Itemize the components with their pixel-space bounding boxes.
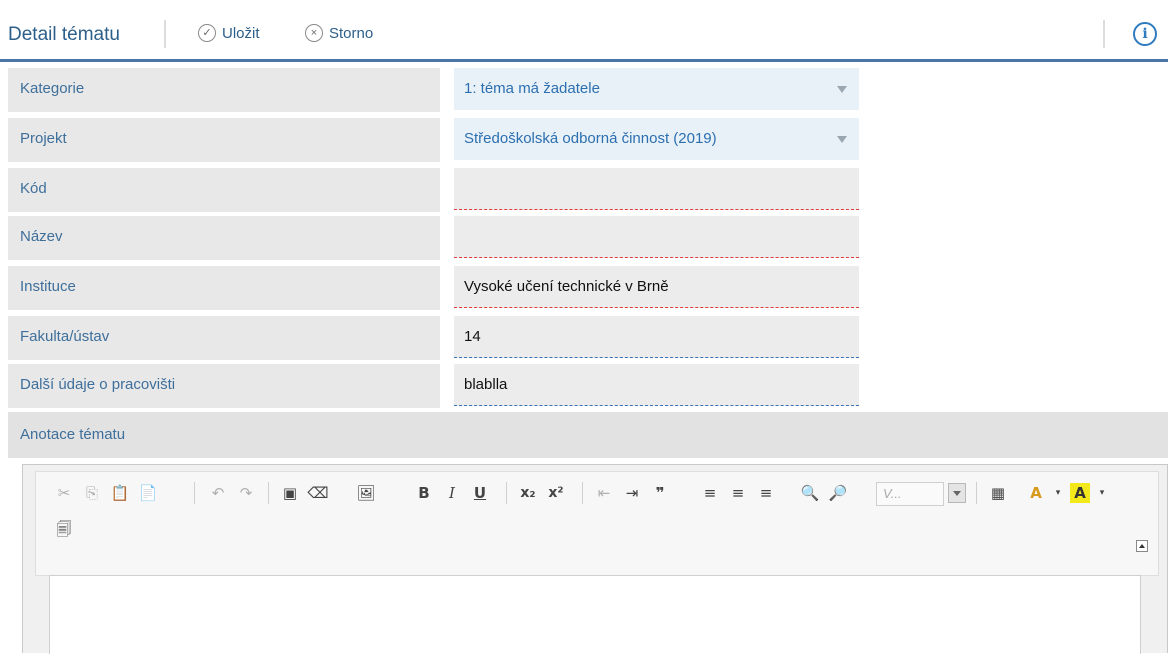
find-icon[interactable]: 🔍	[800, 483, 820, 503]
styles-dropdown-arrow[interactable]	[948, 483, 966, 503]
align-group: ≡ ≡ ≡	[700, 482, 776, 504]
category-label: Kategorie	[8, 68, 440, 112]
script-group: x₂ x²	[518, 482, 566, 504]
name-label: Název	[8, 216, 440, 260]
institution-input[interactable]: Vysoké učení technické v Brně	[454, 266, 859, 308]
insert-group: 🖼	[356, 482, 376, 504]
category-select[interactable]: 1: téma má žadatele	[454, 68, 859, 110]
redo-icon[interactable]: ↷	[236, 483, 256, 503]
indent-group: ⇤ ⇥ ❞	[594, 482, 670, 504]
toolbar-separator	[194, 482, 195, 504]
color-group: A ▾ A ▾	[1026, 482, 1106, 504]
styles-placeholder: V...	[883, 486, 902, 501]
align-left-icon[interactable]: ≡	[700, 483, 720, 503]
close-icon: ×	[305, 24, 323, 42]
faculty-label: Fakulta/ústav	[8, 316, 440, 360]
project-label: Projekt	[8, 118, 440, 162]
styles-dropdown[interactable]: V...	[876, 482, 944, 506]
name-input[interactable]	[454, 216, 859, 258]
background-color-icon[interactable]: A	[1070, 483, 1090, 503]
institution-label: Instituce	[8, 266, 440, 310]
format-group: B I U	[414, 482, 490, 504]
chevron-up-icon	[1139, 544, 1145, 548]
annotation-label: Anotace tématu	[8, 412, 1168, 458]
superscript-icon[interactable]: x²	[546, 483, 566, 503]
image-icon[interactable]: 🖼	[356, 483, 376, 503]
table-icon[interactable]: ▦	[988, 483, 1008, 503]
table-group: ▦	[988, 482, 1008, 504]
project-select[interactable]: Středoškolská odborná činnost (2019)	[454, 118, 859, 160]
form-row-code: Kód	[8, 168, 1168, 212]
align-center-icon[interactable]: ≡	[728, 483, 748, 503]
form-row-institution: Instituce Vysoké učení technické v Brně	[8, 266, 1168, 310]
bold-icon[interactable]: B	[414, 483, 434, 503]
form-row-name: Název	[8, 216, 1168, 260]
header-separator	[1103, 20, 1105, 48]
toolbar-separator	[506, 482, 507, 504]
clipboard-group: ✂ ⎘ 📋 📄	[54, 482, 158, 504]
save-button[interactable]: ✓ Uložit	[198, 24, 260, 42]
cancel-button-label: Storno	[329, 24, 374, 42]
code-input[interactable]	[454, 168, 859, 210]
page-title: Detail tématu	[8, 24, 120, 45]
collapse-toolbar-button[interactable]	[1136, 540, 1148, 552]
check-icon: ✓	[198, 24, 216, 42]
header-separator	[164, 20, 166, 48]
text-color-icon[interactable]: A	[1026, 483, 1046, 503]
project-value: Středoškolská odborná činnost (2019)	[464, 130, 717, 147]
info-icon[interactable]: i	[1133, 22, 1157, 46]
editor-content-area[interactable]	[49, 575, 1141, 654]
undo-group: ↶ ↷	[208, 482, 256, 504]
form-row-workplace-details: Další údaje o pracovišti blablla	[8, 364, 1168, 408]
subscript-icon[interactable]: x₂	[518, 483, 538, 503]
chevron-down-icon	[953, 490, 961, 496]
rich-text-editor: ✂ ⎘ 📋 📄 ↶ ↷ ▣ ⌫ 🖼 B I U x₂ x² ⇤ ⇥ ❞ ≡ ≡ …	[22, 464, 1168, 654]
chevron-down-icon[interactable]: ▾	[1098, 483, 1106, 503]
preview-icon[interactable]: 🗐	[54, 520, 74, 541]
chevron-down-icon[interactable]: ▾	[1054, 483, 1062, 503]
outdent-icon[interactable]: ⇤	[594, 483, 614, 503]
undo-icon[interactable]: ↶	[208, 483, 228, 503]
replace-icon[interactable]: 🔎	[828, 483, 848, 503]
faculty-input[interactable]: 14	[454, 316, 859, 358]
cancel-button[interactable]: × Storno	[305, 24, 373, 42]
form-row-faculty: Fakulta/ústav 14	[8, 316, 1168, 360]
align-right-icon[interactable]: ≡	[756, 483, 776, 503]
blockquote-icon[interactable]: ❞	[650, 483, 670, 503]
copy-icon[interactable]: ⎘	[82, 483, 102, 503]
toolbar-separator	[976, 482, 977, 504]
workplace-details-input[interactable]: blablla	[454, 364, 859, 406]
paste-from-word-icon[interactable]: 📄	[138, 483, 158, 503]
preview-group: 🗐	[54, 520, 74, 542]
toolbar-separator	[582, 482, 583, 504]
select-all-icon[interactable]: ▣	[280, 483, 300, 503]
form-row-project: Projekt Středoškolská odborná činnost (2…	[8, 118, 1168, 162]
form-row-category: Kategorie 1: téma má žadatele	[8, 68, 1168, 112]
code-label: Kód	[8, 168, 440, 212]
underline-icon[interactable]: U	[470, 483, 490, 503]
chevron-down-icon	[837, 86, 847, 93]
italic-icon[interactable]: I	[442, 483, 462, 503]
category-value: 1: téma má žadatele	[464, 80, 600, 97]
chevron-down-icon	[837, 136, 847, 143]
toolbar-separator	[268, 482, 269, 504]
workplace-details-label: Další údaje o pracovišti	[8, 364, 440, 408]
remove-format-icon[interactable]: ⌫	[307, 483, 328, 503]
cut-icon[interactable]: ✂	[54, 483, 74, 503]
find-group: 🔍 🔎	[800, 482, 848, 504]
editor-toolbar: ✂ ⎘ 📋 📄 ↶ ↷ ▣ ⌫ 🖼 B I U x₂ x² ⇤ ⇥ ❞ ≡ ≡ …	[35, 471, 1159, 576]
header-bar: Detail tématu ✓ Uložit × Storno i	[0, 0, 1168, 62]
save-button-label: Uložit	[222, 24, 260, 42]
paste-icon[interactable]: 📋	[110, 483, 130, 503]
indent-icon[interactable]: ⇥	[622, 483, 642, 503]
select-group: ▣ ⌫	[280, 482, 329, 504]
